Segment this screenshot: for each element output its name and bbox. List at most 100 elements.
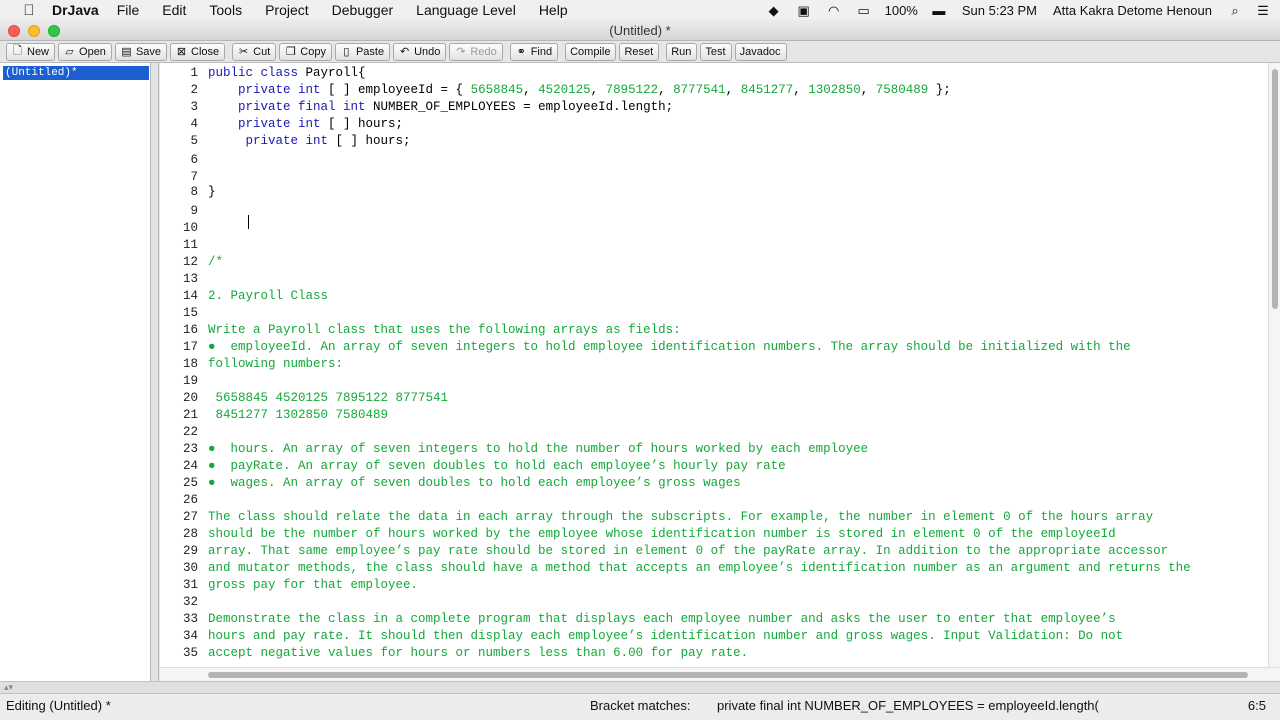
menu-file[interactable]: File (117, 2, 140, 18)
save-button[interactable]: ▤ Save (114, 42, 168, 61)
editor-line[interactable]: 15 (160, 305, 1268, 322)
menu-help[interactable]: Help (539, 2, 568, 18)
editor-line[interactable]: 17 ● employeeId. An array of seven intege… (160, 339, 1268, 356)
editor-line[interactable]: 20 5658845 4520125 7895122 8777541 (160, 390, 1268, 407)
line-number: 9 (190, 204, 198, 218)
line-code: 2. Payroll Class (208, 288, 328, 305)
editor-line[interactable]: 35 accept negative values for hours or nu… (160, 645, 1268, 662)
line-number: 14 (182, 289, 198, 303)
editor-line[interactable]: 6 (160, 152, 1268, 169)
editor-line[interactable]: 22 (160, 424, 1268, 441)
editor-line[interactable]: 3 private final int NUMBER_OF_EMPLOYEES … (160, 99, 1268, 116)
code-token: ● wages. An array of seven doubles to ho… (208, 476, 741, 490)
editor-line[interactable]: 12 /* (160, 254, 1268, 271)
save-icon: ▤ (121, 46, 132, 58)
editor-line[interactable]: 23 ● hours. An array of seven integers to… (160, 441, 1268, 458)
code-token: , (523, 83, 539, 97)
camera-icon[interactable]: ▣ (795, 3, 813, 18)
document-item-untitled[interactable]: (Untitled)* (3, 66, 149, 80)
horizontal-scroll-thumb[interactable] (208, 672, 1248, 678)
line-number: 13 (182, 272, 198, 286)
vertical-scrollbar[interactable] (1268, 63, 1280, 667)
undo-button[interactable]: ↶ Undo (393, 42, 447, 61)
menu-project[interactable]: Project (265, 2, 309, 18)
line-code: private int [ ] employeeId = { 5658845, … (208, 82, 951, 99)
editor-line[interactable]: 5 private int [ ] hours; (160, 133, 1268, 150)
editor-line[interactable]: 26 (160, 492, 1268, 509)
editor-line[interactable]: 21 8451277 1302850 7580489 (160, 407, 1268, 424)
run-button[interactable]: Run (666, 42, 698, 61)
menu-language-level[interactable]: Language Level (416, 2, 516, 18)
line-number: 27 (182, 510, 198, 524)
status-bar: Editing (Untitled) * Bracket matches: pr… (0, 693, 1280, 720)
editor-line[interactable]: 9 (160, 203, 1268, 220)
editor-line[interactable]: 18 following numbers: (160, 356, 1268, 373)
interactions-pane-divider[interactable]: ▴▾ (0, 681, 1280, 693)
editor-line[interactable]: 29 array. That same employee’s pay rate s… (160, 543, 1268, 560)
line-code: ● hours. An array of seven integers to h… (208, 441, 868, 458)
search-icon[interactable]: ⌕ (1226, 3, 1244, 18)
close-button[interactable]: ⊠ Close (170, 42, 226, 61)
wifi-icon[interactable]: ◠ (825, 3, 843, 18)
editor-line[interactable]: 28 should be the number of hours worked b… (160, 526, 1268, 543)
code-editor[interactable]: 1 public class Payroll{2 private int [ ] … (160, 63, 1268, 667)
editor-line[interactable]: 19 (160, 373, 1268, 390)
editor-line[interactable]: 16 Write a Payroll class that uses the fo… (160, 322, 1268, 339)
editor-line[interactable]: 14 2. Payroll Class (160, 288, 1268, 305)
editor-line[interactable]: 13 (160, 271, 1268, 288)
code-token: 5658845 (470, 83, 524, 97)
close-doc-icon: ⊠ (176, 46, 187, 58)
code-token: NUMBER_OF_EMPLOYEES = employeeId.length; (365, 100, 674, 114)
editor-line[interactable]: 1 public class Payroll{ (160, 65, 1268, 82)
pane-splitter[interactable] (151, 63, 159, 681)
editor-line[interactable]: 34 hours and pay rate. It should then dis… (160, 628, 1268, 645)
airplay-icon[interactable]: ▭ (855, 3, 873, 18)
editor-line[interactable]: 4 private int [ ] hours; (160, 116, 1268, 133)
paste-button[interactable]: ▯ Paste (334, 42, 391, 61)
new-button[interactable]: 🗋 New (6, 42, 56, 61)
editor-line[interactable]: 27 The class should relate the data in ea… (160, 509, 1268, 526)
editor-line[interactable]: 32 (160, 594, 1268, 611)
menu-debugger[interactable]: Debugger (332, 2, 394, 18)
editor-line[interactable]: 11 (160, 237, 1268, 254)
line-number: 16 (182, 323, 198, 337)
vertical-scroll-thumb[interactable] (1272, 69, 1278, 309)
editor-line[interactable]: 25 ● wages. An array of seven doubles to … (160, 475, 1268, 492)
line-code: hours and pay rate. It should then displ… (208, 628, 1123, 645)
editor-line[interactable]: 33 Demonstrate the class in a complete pr… (160, 611, 1268, 628)
horizontal-scrollbar[interactable] (160, 667, 1280, 681)
editor-line[interactable]: 31 gross pay for that employee. (160, 577, 1268, 594)
javadoc-button[interactable]: Javadoc (734, 42, 787, 61)
code-token: The class should relate the data in each… (208, 510, 1154, 524)
menu-edit[interactable]: Edit (162, 2, 186, 18)
code-token: 8777541 (673, 83, 726, 97)
app-menu[interactable]: DrJava (52, 2, 99, 18)
user-name[interactable]: Atta Kakra Detome Henoun (1053, 3, 1212, 18)
code-token: array. That same employee’s pay rate sho… (208, 544, 1169, 558)
test-button[interactable]: Test (700, 42, 732, 61)
dropbox-icon[interactable]: ◆ (765, 3, 783, 18)
editor-line[interactable]: 30 and mutator methods, the class should … (160, 560, 1268, 577)
apple-icon[interactable]:  (20, 2, 38, 19)
cut-button[interactable]: ✂ Cut (232, 42, 277, 61)
compile-button[interactable]: Compile (565, 42, 617, 61)
open-button[interactable]: ▱ Open (58, 42, 112, 61)
menu-tools[interactable]: Tools (209, 2, 242, 18)
editor-line[interactable]: 2 private int [ ] employeeId = { 5658845… (160, 82, 1268, 99)
redo-button[interactable]: ↷ Redo (449, 42, 503, 61)
reset-button[interactable]: Reset (619, 42, 660, 61)
code-token: gross pay for that employee. (208, 578, 419, 592)
clock[interactable]: Sun 5:23 PM (962, 3, 1037, 18)
copy-button[interactable]: ❐ Copy (279, 42, 332, 61)
battery-icon[interactable]: ▬ (930, 3, 948, 18)
editor-line[interactable]: 24 ● payRate. An array of seven doubles t… (160, 458, 1268, 475)
editor-line[interactable]: 8} (160, 184, 1268, 201)
line-number: 1 (190, 66, 198, 80)
editor-line[interactable]: 10 (160, 220, 1268, 237)
notification-center-icon[interactable]: ☰ (1254, 3, 1272, 18)
find-button[interactable]: ⚭ Find (509, 42, 559, 61)
code-token: should be the number of hours worked by … (208, 527, 1116, 541)
copy-label: Copy (300, 45, 326, 58)
line-code: and mutator methods, the class should ha… (208, 560, 1191, 577)
